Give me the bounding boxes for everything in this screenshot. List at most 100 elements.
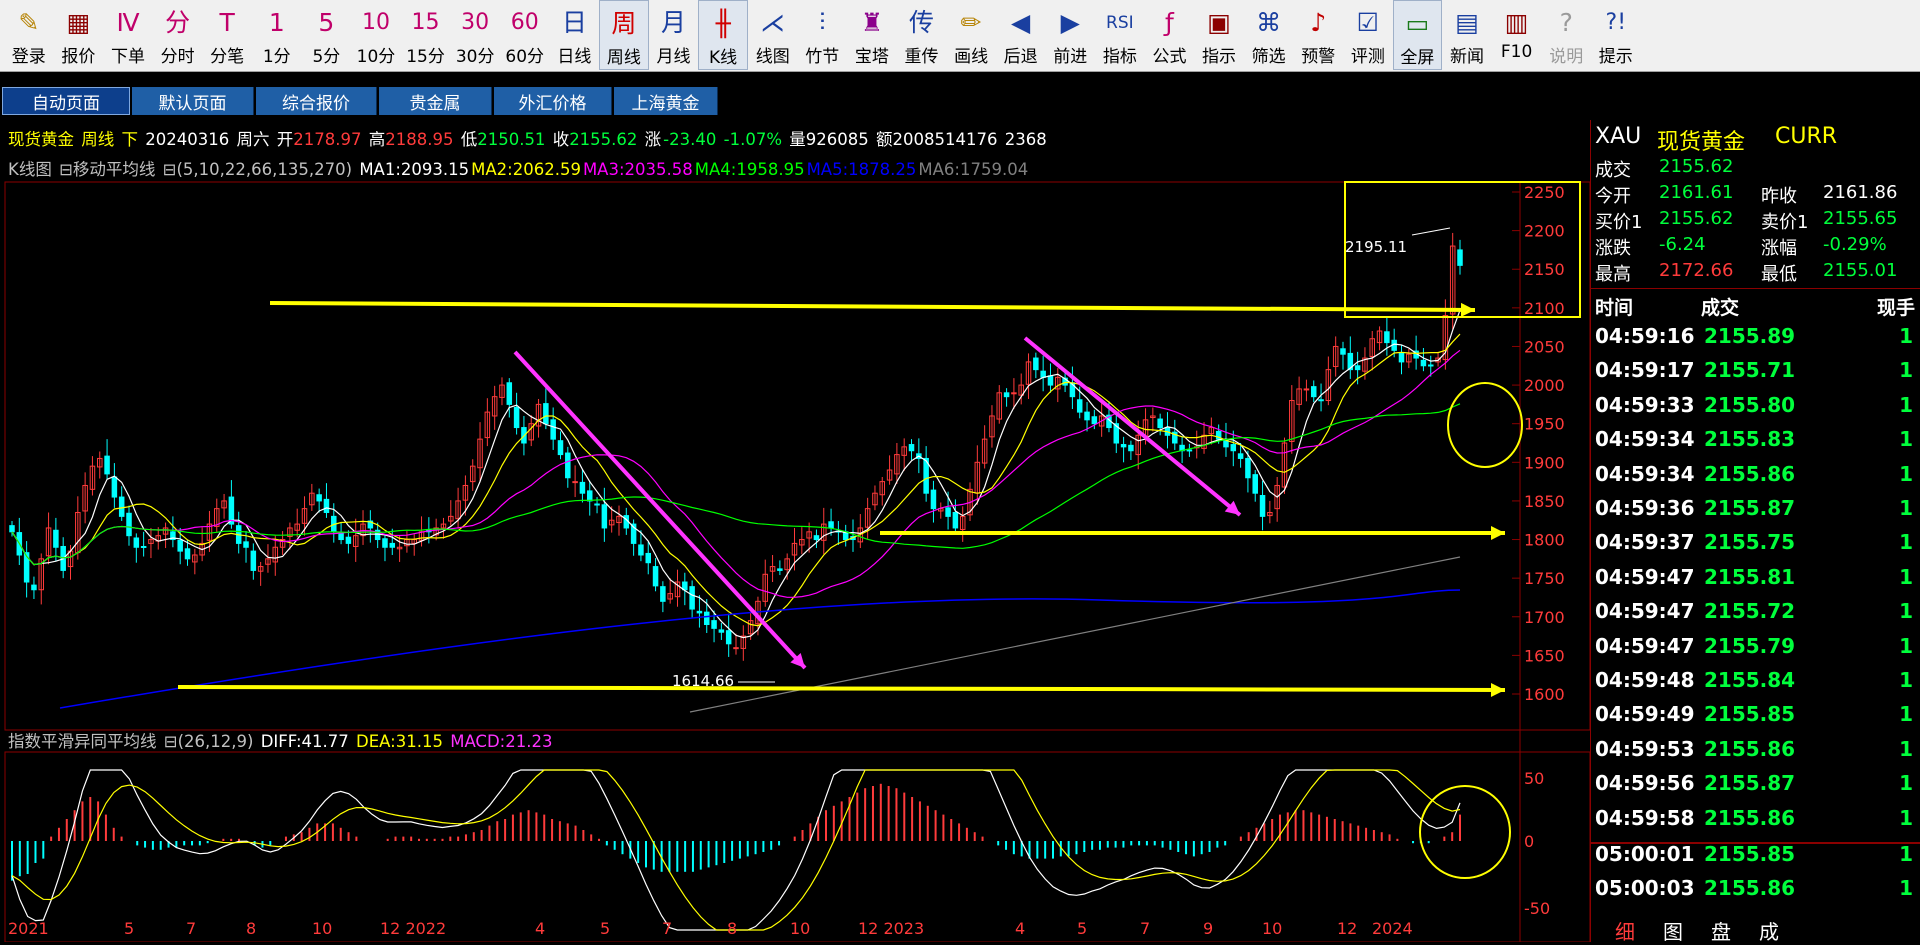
- tick-time: 04:59:36: [1595, 496, 1695, 520]
- candle-down: [1091, 416, 1098, 425]
- toolbar-30min-button[interactable]: 30 30分: [450, 0, 500, 70]
- toolbar-timeshare-button[interactable]: 分分时: [153, 0, 203, 70]
- toolbar-bamboo-button[interactable]: ⫶ 竹节: [798, 0, 848, 70]
- tick-row[interactable]: 04:59:16 2155.89 1: [1591, 324, 1920, 358]
- toolbar-monthly-button[interactable]: 月月线: [649, 0, 699, 70]
- back-icon: ◀: [1011, 8, 1031, 37]
- daily-icon: 日: [561, 8, 587, 37]
- tick-row[interactable]: 04:59:53 2155.86 1: [1591, 737, 1920, 771]
- tick-row[interactable]: 04:59:34 2155.83 1: [1591, 427, 1920, 461]
- x-tick-label: 5: [124, 919, 134, 938]
- toolbar-tick-button[interactable]: T 分笔: [202, 0, 252, 70]
- tick-row[interactable]: 04:59:58 2155.86 1: [1591, 806, 1920, 840]
- candle-down: [1252, 474, 1258, 494]
- tab-2[interactable]: 综合报价: [256, 87, 377, 115]
- candle-down: [177, 539, 183, 552]
- toolbar-forward-button[interactable]: ▶ 前进: [1045, 0, 1095, 70]
- toolbar-tip-button[interactable]: ?! 提示: [1591, 0, 1641, 70]
- toolbar-15min-button[interactable]: 15 15分: [401, 0, 451, 70]
- x-tick-label: 10: [1262, 919, 1282, 938]
- toolbar-weekly-button[interactable]: 周周线: [599, 0, 649, 70]
- panel-tab-3[interactable]: 成: [1749, 916, 1789, 944]
- tick-row[interactable]: 04:59:47 2155.72 1: [1591, 599, 1920, 633]
- toolbar-retransmit-button[interactable]: 传重传: [897, 0, 947, 70]
- tick-row[interactable]: 05:00:01 2155.85 1: [1591, 842, 1920, 876]
- toolbar-label: 宝塔: [854, 47, 889, 67]
- tick-time: 04:59:17: [1595, 358, 1695, 383]
- toolbar-tower-button[interactable]: ♜ 宝塔: [847, 0, 897, 70]
- toolbar-formula-button[interactable]: ƒ 公式: [1145, 0, 1195, 70]
- tick-row[interactable]: 04:59:47 2155.81 1: [1591, 565, 1920, 599]
- toolbar-back-button[interactable]: ◀ 后退: [996, 0, 1046, 70]
- toolbar-label: 前进: [1053, 47, 1088, 67]
- tick-row[interactable]: 04:59:48 2155.84 1: [1591, 668, 1920, 702]
- tower-icon: ♜: [860, 8, 884, 37]
- candle-down: [111, 476, 118, 498]
- tick-qty: 1: [1899, 633, 1913, 658]
- page-tab-bar: 自动页面 默认页面 综合报价 贵金属 外汇价格 上海黄金: [0, 82, 1920, 118]
- tick-row[interactable]: 04:59:37 2155.75 1: [1591, 530, 1920, 564]
- field-label: 卖价1: [1761, 212, 1809, 233]
- toolbar-fullscreen-button[interactable]: ▭ 全屏: [1392, 0, 1443, 70]
- tick-row[interactable]: 04:59:34 2155.86 1: [1591, 462, 1920, 496]
- toolbar-login-button[interactable]: ✎ 登录: [4, 0, 54, 70]
- tick-row[interactable]: 04:59:17 2155.71 1: [1591, 358, 1920, 392]
- tab-3[interactable]: 贵金属: [379, 87, 492, 115]
- toolbar-indicator-button[interactable]: RSI 指标: [1095, 0, 1145, 70]
- toolbar-filter-button[interactable]: ⌘ 筛选: [1244, 0, 1294, 70]
- panel-tab-1[interactable]: 图: [1653, 916, 1693, 944]
- candle-down: [1186, 449, 1193, 452]
- tick-row[interactable]: 04:59:33 2155.80 1: [1591, 393, 1920, 427]
- x-tick-label: 10: [790, 919, 810, 938]
- toolbar-1min-button[interactable]: 1 1分: [252, 0, 302, 70]
- ma1-line: [11, 309, 1461, 639]
- tab-5[interactable]: 上海黄金: [614, 87, 718, 115]
- candle-down: [1420, 359, 1427, 367]
- toolbar-news-button[interactable]: ▤ 新闻: [1442, 0, 1492, 70]
- login-icon: ✎: [18, 8, 40, 37]
- toolbar-5min-button[interactable]: 5 5分: [302, 0, 352, 70]
- x-tick-label: 8: [727, 919, 737, 938]
- x-tick-label: 7: [662, 919, 672, 938]
- candle-down: [1398, 352, 1405, 363]
- toolbar-linechart-button[interactable]: ⋌ 线图: [748, 0, 798, 70]
- tick-row[interactable]: 04:59:36 2155.87 1: [1591, 496, 1920, 530]
- y-tick-label: 1700: [1524, 608, 1565, 627]
- toolbar-evaluate-button[interactable]: ☑ 评测: [1343, 0, 1393, 70]
- tick-row[interactable]: 04:59:49 2155.85 1: [1591, 702, 1920, 736]
- quote-panel: XAU 现货黄金 CURR 成交 2155.62 今开 2161.61 昨收 2161.8…: [1590, 120, 1920, 944]
- tick-row[interactable]: 04:59:56 2155.87 1: [1591, 771, 1920, 805]
- candle-down: [1318, 399, 1324, 402]
- toolbar-kline-button[interactable]: ╫ K线: [698, 0, 748, 70]
- toolbar-f10-button[interactable]: ▥ F10: [1492, 0, 1542, 70]
- toolbar-daily-button[interactable]: 日日线: [550, 0, 600, 70]
- tick-row[interactable]: 04:59:47 2155.79 1: [1591, 634, 1920, 668]
- candle-down: [1033, 357, 1039, 371]
- macd-indicator-name[interactable]: 指数平滑异同平均线: [8, 732, 157, 751]
- toolbar-drawline-button[interactable]: ✏ 画线: [946, 0, 996, 70]
- toolbar-quote-button[interactable]: ▦ 报价: [54, 0, 104, 70]
- drawline-icon: ✏: [960, 8, 982, 37]
- toolbar-60min-button[interactable]: 60 60分: [500, 0, 550, 70]
- toolbar-label: 评测: [1350, 47, 1385, 67]
- toolbar-10min-button[interactable]: 10 10分: [351, 0, 401, 70]
- panel-tab-2[interactable]: 盘: [1701, 916, 1741, 944]
- quote-field-row: 成交 2155.62: [1591, 156, 1920, 181]
- tab-4[interactable]: 外汇价格: [494, 87, 612, 115]
- candle-down: [689, 586, 695, 610]
- kline-chart[interactable]: 2250 2200 2150 2100 2050 2000 1950 1900 1850 1800…: [0, 120, 1590, 942]
- tab-0[interactable]: 自动页面: [2, 87, 130, 115]
- tick-price: 2155.87: [1704, 496, 1796, 520]
- x-tick-label: 12 2022: [380, 919, 446, 938]
- toolbar-indicate-button[interactable]: ▣ 指示: [1194, 0, 1244, 70]
- tick-price: 2155.87: [1704, 771, 1796, 796]
- toolbar-alert-button[interactable]: ♪ 预警: [1293, 0, 1343, 70]
- tab-1[interactable]: 默认页面: [132, 87, 254, 115]
- field-value: 2155.62: [1659, 208, 1734, 229]
- tick-row[interactable]: 05:00:03 2155.86 1: [1591, 876, 1920, 910]
- ma3-line: [11, 349, 1461, 598]
- toolbar-order-button[interactable]: Ⅳ 下单: [103, 0, 153, 70]
- panel-tab-0[interactable]: 细: [1605, 916, 1645, 944]
- candle-down: [250, 550, 257, 571]
- candle-down: [1427, 364, 1434, 367]
